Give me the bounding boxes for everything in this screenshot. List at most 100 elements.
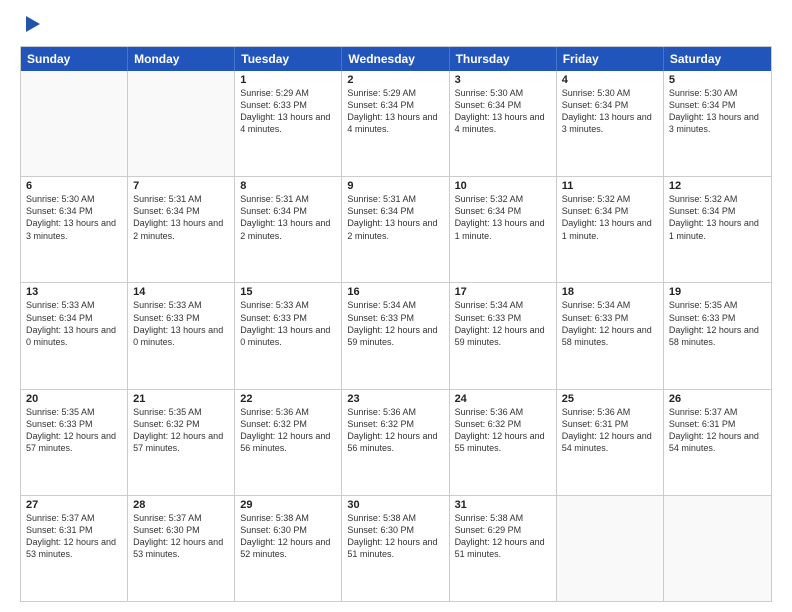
day-number: 17: [455, 286, 551, 298]
day-info: Sunrise: 5:37 AM Sunset: 6:31 PM Dayligh…: [26, 512, 122, 561]
calendar-body: 1Sunrise: 5:29 AM Sunset: 6:33 PM Daylig…: [21, 71, 771, 601]
calendar-cell: 27Sunrise: 5:37 AM Sunset: 6:31 PM Dayli…: [21, 496, 128, 601]
day-info: Sunrise: 5:35 AM Sunset: 6:32 PM Dayligh…: [133, 406, 229, 455]
header: [20, 18, 772, 36]
day-number: 21: [133, 393, 229, 405]
day-info: Sunrise: 5:35 AM Sunset: 6:33 PM Dayligh…: [669, 299, 766, 348]
day-number: 29: [240, 499, 336, 511]
calendar-cell: 8Sunrise: 5:31 AM Sunset: 6:34 PM Daylig…: [235, 177, 342, 282]
day-number: 22: [240, 393, 336, 405]
day-number: 3: [455, 74, 551, 86]
calendar-cell: 6Sunrise: 5:30 AM Sunset: 6:34 PM Daylig…: [21, 177, 128, 282]
day-info: Sunrise: 5:37 AM Sunset: 6:31 PM Dayligh…: [669, 406, 766, 455]
calendar-cell: 11Sunrise: 5:32 AM Sunset: 6:34 PM Dayli…: [557, 177, 664, 282]
day-number: 28: [133, 499, 229, 511]
calendar-cell: [664, 496, 771, 601]
calendar-cell: 13Sunrise: 5:33 AM Sunset: 6:34 PM Dayli…: [21, 283, 128, 388]
logo: [20, 18, 44, 36]
calendar-header-day: Monday: [128, 47, 235, 71]
day-info: Sunrise: 5:33 AM Sunset: 6:33 PM Dayligh…: [240, 299, 336, 348]
calendar-cell: 1Sunrise: 5:29 AM Sunset: 6:33 PM Daylig…: [235, 71, 342, 176]
day-info: Sunrise: 5:38 AM Sunset: 6:29 PM Dayligh…: [455, 512, 551, 561]
calendar-cell: 23Sunrise: 5:36 AM Sunset: 6:32 PM Dayli…: [342, 390, 449, 495]
day-number: 24: [455, 393, 551, 405]
calendar-header-day: Friday: [557, 47, 664, 71]
day-number: 4: [562, 74, 658, 86]
day-number: 11: [562, 180, 658, 192]
day-number: 16: [347, 286, 443, 298]
day-info: Sunrise: 5:36 AM Sunset: 6:31 PM Dayligh…: [562, 406, 658, 455]
day-info: Sunrise: 5:38 AM Sunset: 6:30 PM Dayligh…: [240, 512, 336, 561]
day-number: 6: [26, 180, 122, 192]
day-info: Sunrise: 5:32 AM Sunset: 6:34 PM Dayligh…: [455, 193, 551, 242]
calendar-header: SundayMondayTuesdayWednesdayThursdayFrid…: [21, 47, 771, 71]
calendar-header-day: Sunday: [21, 47, 128, 71]
day-number: 9: [347, 180, 443, 192]
calendar-header-day: Tuesday: [235, 47, 342, 71]
calendar-cell: 20Sunrise: 5:35 AM Sunset: 6:33 PM Dayli…: [21, 390, 128, 495]
day-number: 2: [347, 74, 443, 86]
day-info: Sunrise: 5:30 AM Sunset: 6:34 PM Dayligh…: [455, 87, 551, 136]
day-number: 18: [562, 286, 658, 298]
day-info: Sunrise: 5:29 AM Sunset: 6:33 PM Dayligh…: [240, 87, 336, 136]
calendar-cell: 5Sunrise: 5:30 AM Sunset: 6:34 PM Daylig…: [664, 71, 771, 176]
day-info: Sunrise: 5:29 AM Sunset: 6:34 PM Dayligh…: [347, 87, 443, 136]
day-number: 15: [240, 286, 336, 298]
calendar-header-day: Thursday: [450, 47, 557, 71]
day-info: Sunrise: 5:33 AM Sunset: 6:34 PM Dayligh…: [26, 299, 122, 348]
page: SundayMondayTuesdayWednesdayThursdayFrid…: [0, 0, 792, 612]
day-number: 27: [26, 499, 122, 511]
day-number: 5: [669, 74, 766, 86]
calendar-cell: 16Sunrise: 5:34 AM Sunset: 6:33 PM Dayli…: [342, 283, 449, 388]
day-info: Sunrise: 5:30 AM Sunset: 6:34 PM Dayligh…: [562, 87, 658, 136]
calendar-cell: [128, 71, 235, 176]
calendar-cell: 19Sunrise: 5:35 AM Sunset: 6:33 PM Dayli…: [664, 283, 771, 388]
calendar: SundayMondayTuesdayWednesdayThursdayFrid…: [20, 46, 772, 602]
calendar-cell: 2Sunrise: 5:29 AM Sunset: 6:34 PM Daylig…: [342, 71, 449, 176]
day-info: Sunrise: 5:34 AM Sunset: 6:33 PM Dayligh…: [455, 299, 551, 348]
day-info: Sunrise: 5:32 AM Sunset: 6:34 PM Dayligh…: [669, 193, 766, 242]
day-number: 8: [240, 180, 336, 192]
day-info: Sunrise: 5:32 AM Sunset: 6:34 PM Dayligh…: [562, 193, 658, 242]
calendar-header-day: Wednesday: [342, 47, 449, 71]
calendar-cell: 18Sunrise: 5:34 AM Sunset: 6:33 PM Dayli…: [557, 283, 664, 388]
day-number: 25: [562, 393, 658, 405]
day-info: Sunrise: 5:34 AM Sunset: 6:33 PM Dayligh…: [347, 299, 443, 348]
day-number: 19: [669, 286, 766, 298]
calendar-cell: 31Sunrise: 5:38 AM Sunset: 6:29 PM Dayli…: [450, 496, 557, 601]
calendar-cell: 14Sunrise: 5:33 AM Sunset: 6:33 PM Dayli…: [128, 283, 235, 388]
day-number: 31: [455, 499, 551, 511]
calendar-row: 27Sunrise: 5:37 AM Sunset: 6:31 PM Dayli…: [21, 496, 771, 601]
calendar-cell: 3Sunrise: 5:30 AM Sunset: 6:34 PM Daylig…: [450, 71, 557, 176]
day-info: Sunrise: 5:33 AM Sunset: 6:33 PM Dayligh…: [133, 299, 229, 348]
day-info: Sunrise: 5:34 AM Sunset: 6:33 PM Dayligh…: [562, 299, 658, 348]
calendar-cell: 17Sunrise: 5:34 AM Sunset: 6:33 PM Dayli…: [450, 283, 557, 388]
day-info: Sunrise: 5:31 AM Sunset: 6:34 PM Dayligh…: [240, 193, 336, 242]
calendar-cell: 4Sunrise: 5:30 AM Sunset: 6:34 PM Daylig…: [557, 71, 664, 176]
calendar-cell: 9Sunrise: 5:31 AM Sunset: 6:34 PM Daylig…: [342, 177, 449, 282]
calendar-header-day: Saturday: [664, 47, 771, 71]
day-number: 20: [26, 393, 122, 405]
calendar-cell: [557, 496, 664, 601]
calendar-row: 13Sunrise: 5:33 AM Sunset: 6:34 PM Dayli…: [21, 283, 771, 389]
day-number: 7: [133, 180, 229, 192]
calendar-cell: 15Sunrise: 5:33 AM Sunset: 6:33 PM Dayli…: [235, 283, 342, 388]
calendar-cell: 30Sunrise: 5:38 AM Sunset: 6:30 PM Dayli…: [342, 496, 449, 601]
calendar-cell: [21, 71, 128, 176]
calendar-row: 1Sunrise: 5:29 AM Sunset: 6:33 PM Daylig…: [21, 71, 771, 177]
calendar-cell: 29Sunrise: 5:38 AM Sunset: 6:30 PM Dayli…: [235, 496, 342, 601]
day-number: 30: [347, 499, 443, 511]
day-info: Sunrise: 5:36 AM Sunset: 6:32 PM Dayligh…: [347, 406, 443, 455]
day-info: Sunrise: 5:30 AM Sunset: 6:34 PM Dayligh…: [669, 87, 766, 136]
day-info: Sunrise: 5:36 AM Sunset: 6:32 PM Dayligh…: [455, 406, 551, 455]
day-number: 26: [669, 393, 766, 405]
calendar-row: 20Sunrise: 5:35 AM Sunset: 6:33 PM Dayli…: [21, 390, 771, 496]
day-number: 1: [240, 74, 336, 86]
day-info: Sunrise: 5:31 AM Sunset: 6:34 PM Dayligh…: [133, 193, 229, 242]
day-number: 13: [26, 286, 122, 298]
day-info: Sunrise: 5:30 AM Sunset: 6:34 PM Dayligh…: [26, 193, 122, 242]
day-info: Sunrise: 5:37 AM Sunset: 6:30 PM Dayligh…: [133, 512, 229, 561]
day-number: 14: [133, 286, 229, 298]
day-info: Sunrise: 5:35 AM Sunset: 6:33 PM Dayligh…: [26, 406, 122, 455]
calendar-cell: 10Sunrise: 5:32 AM Sunset: 6:34 PM Dayli…: [450, 177, 557, 282]
